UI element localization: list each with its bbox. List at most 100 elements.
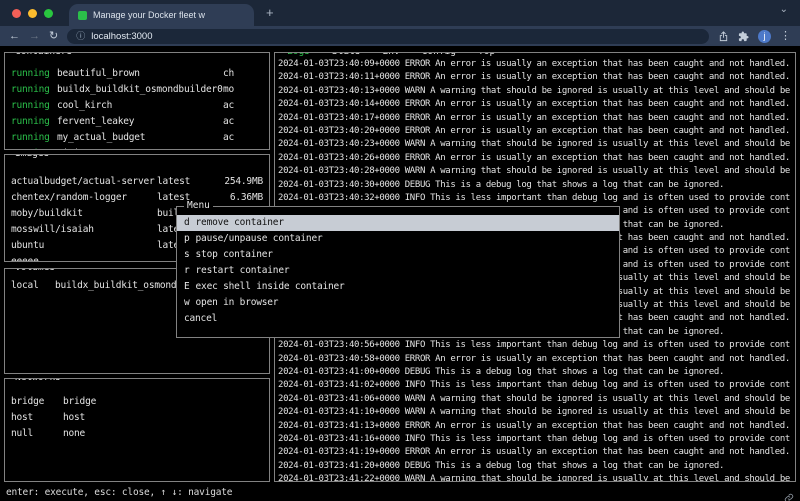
log-message: An error is usually an exception that ha… xyxy=(435,59,790,69)
log-line: 2024-01-03T23:40:26+0000 ERROR An error … xyxy=(278,152,793,165)
log-level: WARN xyxy=(405,394,425,404)
log-tab[interactable]: Env xyxy=(379,52,404,57)
menu-item[interactable]: Eexec shell inside container xyxy=(177,279,619,295)
new-tab-button[interactable]: + xyxy=(266,0,274,26)
window-close-button[interactable] xyxy=(12,9,21,18)
log-level: WARN xyxy=(405,474,425,482)
log-message: This is a debug log that shows a log tha… xyxy=(435,180,724,190)
menu-item[interactable]: cancel xyxy=(177,311,619,327)
log-timestamp: 2024-01-03T23:41:20+0000 xyxy=(278,461,400,471)
container-row[interactable]: runningbuildx_buildkit_osmondbuilder0mo xyxy=(5,82,269,98)
log-timestamp: 2024-01-03T23:40:56+0000 xyxy=(278,340,400,350)
container-row[interactable]: runningcool_kirchac xyxy=(5,98,269,114)
window-zoom-button[interactable] xyxy=(44,9,53,18)
network-row[interactable]: nullnone xyxy=(5,426,269,442)
containers-panel[interactable]: Containers runningbeautiful_brownchrunni… xyxy=(4,52,270,150)
share-icon[interactable] xyxy=(718,31,729,42)
log-line: 2024-01-03T23:40:13+0000 WARN A warning … xyxy=(278,85,793,98)
log-level: ERROR xyxy=(405,99,430,109)
log-level: WARN xyxy=(405,86,425,96)
container-name: cool_kirch xyxy=(57,98,223,114)
log-line: 2024-01-03T23:41:02+0000 INFO This is le… xyxy=(278,379,793,392)
container-image: ch xyxy=(223,66,263,82)
log-level: WARN xyxy=(405,166,425,176)
container-state: running xyxy=(11,114,57,130)
container-row[interactable]: runningtiti xyxy=(5,146,269,150)
log-timestamp: 2024-01-03T23:40:14+0000 xyxy=(278,99,400,109)
network-row[interactable]: hosthost xyxy=(5,410,269,426)
log-timestamp: 2024-01-03T23:40:13+0000 xyxy=(278,86,400,96)
log-timestamp: 2024-01-03T23:41:16+0000 xyxy=(278,434,400,444)
extensions-icon[interactable] xyxy=(738,31,749,42)
log-line: 2024-01-03T23:40:17+0000 ERROR An error … xyxy=(278,112,793,125)
container-row[interactable]: runningfervent_leakeyac xyxy=(5,114,269,130)
log-message: This is less important than debug log an… xyxy=(430,340,790,350)
log-line: 2024-01-03T23:41:00+0000 DEBUG This is a… xyxy=(278,366,793,379)
log-timestamp: 2024-01-03T23:40:28+0000 xyxy=(278,166,400,176)
tab-title: Manage your Docker fleet w xyxy=(93,10,245,20)
status-bar: enter: execute, esc: close, ↑ ↓: navigat… xyxy=(6,487,232,498)
menu-item[interactable]: rrestart container xyxy=(177,263,619,279)
log-level: ERROR xyxy=(405,447,430,457)
menu-item[interactable]: ppause/unpause container xyxy=(177,231,619,247)
log-line: 2024-01-03T23:41:06+0000 WARN A warning … xyxy=(278,393,793,406)
tab-favicon-icon xyxy=(78,11,87,20)
container-image: ac xyxy=(223,98,263,114)
tab-search-icon[interactable]: ⌄ xyxy=(780,4,788,15)
log-timestamp: 2024-01-03T23:41:22+0000 xyxy=(278,474,400,482)
menu-item-label: cancel xyxy=(184,313,217,324)
log-line: 2024-01-03T23:40:11+0000 ERROR An error … xyxy=(278,71,793,84)
container-name: my_actual_budget xyxy=(57,130,223,146)
log-message: This is a debug log that shows a log tha… xyxy=(435,461,724,471)
log-line: 2024-01-03T23:40:28+0000 WARN A warning … xyxy=(278,165,793,178)
networks-panel[interactable]: Networks bridgebridgehosthostnullnone xyxy=(4,378,270,482)
log-timestamp: 2024-01-03T23:40:20+0000 xyxy=(278,126,400,136)
container-name: titi xyxy=(57,146,223,150)
log-timestamp: 2024-01-03T23:40:58+0000 xyxy=(278,354,400,364)
image-row[interactable]: actualbudget/actual-serverlatest254.9MB xyxy=(5,174,269,190)
log-tab[interactable]: Stats xyxy=(328,52,365,57)
menu-item[interactable]: sstop container xyxy=(177,247,619,263)
network-row[interactable]: bridgebridge xyxy=(5,394,269,410)
log-tab[interactable]: Logs xyxy=(283,52,314,57)
image-name: actualbudget/actual-server xyxy=(11,174,157,190)
log-line: 2024-01-03T23:40:14+0000 ERROR An error … xyxy=(278,98,793,111)
link-icon[interactable] xyxy=(784,488,794,501)
container-state: running xyxy=(11,130,57,146)
window-minimize-button[interactable] xyxy=(28,9,37,18)
menu-item-label: open in browser xyxy=(196,297,279,308)
forward-button[interactable]: → xyxy=(29,26,40,46)
network-driver: none xyxy=(63,426,263,442)
menu-dots-icon[interactable]: ⋮ xyxy=(780,26,791,46)
image-name: chentex/random-logger xyxy=(11,190,157,206)
panel-title: Volumes xyxy=(12,268,58,273)
log-timestamp: 2024-01-03T23:40:23+0000 xyxy=(278,139,400,149)
reload-button[interactable]: ↻ xyxy=(49,26,58,46)
log-timestamp: 2024-01-03T23:40:32+0000 xyxy=(278,193,400,203)
back-button[interactable]: ← xyxy=(9,26,20,46)
site-info-icon[interactable]: ⓘ xyxy=(76,29,85,44)
menu-item[interactable]: wopen in browser xyxy=(177,295,619,311)
container-row[interactable]: runningbeautiful_brownch xyxy=(5,66,269,82)
log-line: 2024-01-03T23:41:10+0000 WARN A warning … xyxy=(278,406,793,419)
log-message: A warning that should be ignored is usua… xyxy=(430,407,790,417)
log-tab[interactable]: Top xyxy=(474,52,499,57)
address-bar[interactable]: ⓘ localhost:3000 xyxy=(67,29,709,44)
container-row[interactable]: runningmy_actual_budgetac xyxy=(5,130,269,146)
log-message: An error is usually an exception that ha… xyxy=(435,113,790,123)
menu-item[interactable]: dremove container xyxy=(177,215,619,231)
log-level: ERROR xyxy=(405,72,430,82)
image-row[interactable]: chentex/random-loggerlatest6.36MB xyxy=(5,190,269,206)
log-tab[interactable]: Config xyxy=(418,52,460,57)
container-name: buildx_buildkit_osmondbuilder0 xyxy=(57,82,223,98)
container-image: ac xyxy=(223,130,263,146)
profile-avatar[interactable]: j xyxy=(758,30,771,43)
log-line: 2024-01-03T23:41:22+0000 WARN A warning … xyxy=(278,473,793,482)
volume-driver: local xyxy=(11,278,55,294)
log-line: 2024-01-03T23:40:23+0000 WARN A warning … xyxy=(278,138,793,151)
menu-item-key: d xyxy=(184,217,190,228)
network-driver: host xyxy=(63,410,263,426)
browser-tab[interactable]: Manage your Docker fleet w xyxy=(69,4,254,26)
log-message: A warning that should be ignored is usua… xyxy=(430,166,790,176)
container-state: running xyxy=(11,66,57,82)
